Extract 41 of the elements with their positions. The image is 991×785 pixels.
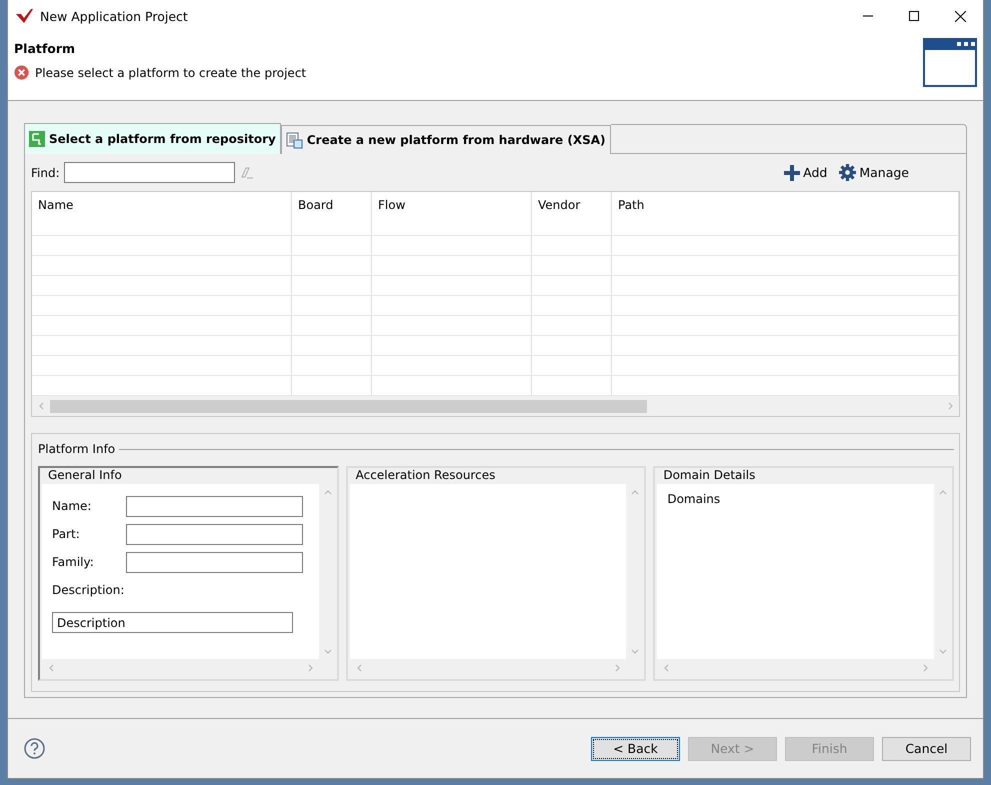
window-banner-icon [923, 38, 977, 87]
document-icon [286, 132, 303, 148]
tab[interactable]: Create a new platform from hardware (XSA) [280, 125, 610, 154]
field-label: Part: [52, 527, 81, 541]
group-title: Acceleration Resources [354, 468, 496, 484]
dialog-button[interactable]: < Back [591, 736, 680, 760]
field-label: Family: [52, 555, 95, 569]
add-button[interactable]: Add [784, 164, 828, 181]
eraser-icon[interactable] [238, 166, 253, 178]
input-field[interactable] [126, 524, 303, 544]
close-icon[interactable] [954, 10, 966, 22]
app-logo-icon [16, 9, 33, 23]
field-label: Name: [52, 499, 92, 513]
error-message: Please select a platform to create the project [35, 66, 306, 80]
group-title: Domain Details [662, 468, 756, 484]
group-title: General Info [47, 468, 123, 484]
manage-button[interactable]: Manage [839, 164, 909, 181]
column-header[interactable]: Board [292, 192, 372, 236]
column-header[interactable]: Flow [372, 192, 532, 236]
find-label: Find: [31, 166, 60, 180]
platform-icon [29, 131, 45, 147]
scrollbar-thumb[interactable] [50, 400, 647, 412]
maximize-icon[interactable] [909, 11, 919, 21]
column-header[interactable]: Vendor [532, 192, 612, 236]
help-icon[interactable] [24, 738, 45, 759]
gear-icon [839, 164, 856, 181]
list-item[interactable]: Domains [667, 492, 924, 506]
window-title: New Application Project [40, 8, 188, 24]
description-field[interactable]: Description [52, 612, 293, 633]
input-field[interactable] [126, 552, 303, 572]
find-field[interactable] [64, 162, 235, 183]
input-field[interactable] [126, 496, 303, 516]
field-label: Description: [52, 583, 124, 597]
column-header[interactable]: Name [32, 192, 292, 236]
error-icon [14, 65, 29, 80]
page-title: Platform [14, 41, 76, 56]
dialog-button[interactable]: Cancel [882, 736, 971, 760]
tab[interactable]: Select a platform from repository [24, 123, 281, 154]
plus-icon [784, 164, 800, 180]
column-header[interactable]: Path [612, 192, 959, 236]
section-title: Platform Info [38, 442, 116, 456]
